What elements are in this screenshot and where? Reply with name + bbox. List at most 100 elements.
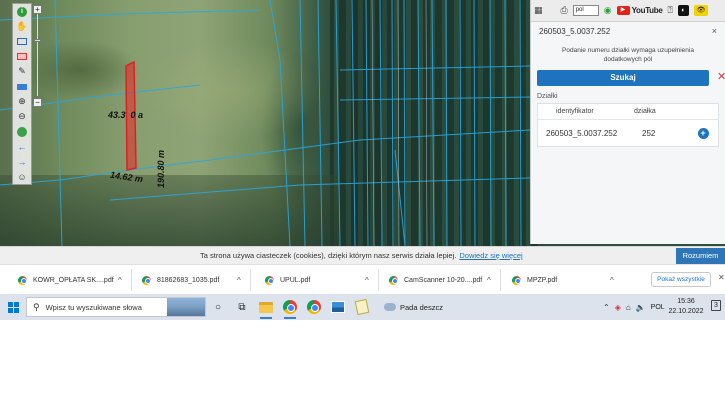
clock[interactable]: 15:36 22.10.2022 xyxy=(668,297,704,317)
cookie-accept-button[interactable]: Rozumiem xyxy=(676,248,725,264)
chrome-file-icon xyxy=(389,275,398,285)
add-parcel-icon[interactable]: + xyxy=(697,127,709,139)
panel-header: 260503_5.0037.252 × xyxy=(531,24,725,38)
forward-arrow-icon[interactable]: → xyxy=(13,154,31,169)
area-label: 43.3 0 a xyxy=(108,110,144,120)
youtube-link[interactable]: ▶ YouTube xyxy=(616,6,663,15)
close-shelf-icon[interactable]: ✕ xyxy=(718,273,725,282)
table-row[interactable]: 260503_5.0037.252 252 + xyxy=(538,120,718,146)
panel-top-bar: ▦ ⎙ pol ◉ ▶ YouTube ⍰ ◐ 👁 xyxy=(531,0,725,22)
select-area-icon[interactable] xyxy=(13,34,31,49)
delete-selection-icon[interactable] xyxy=(13,49,31,64)
close-icon[interactable]: × xyxy=(712,26,717,36)
chrome-taskbar-icon[interactable] xyxy=(278,294,302,320)
zoom-in-icon[interactable]: ⊕ xyxy=(13,94,31,109)
cortana-icon[interactable]: ○ xyxy=(206,294,230,320)
chevron-up-icon[interactable]: ^ xyxy=(610,276,614,285)
map-toolbar: i ✋ ✎ ⊕ ⊖ ← → ☺ xyxy=(12,3,32,185)
column-dzialka: działka xyxy=(634,108,656,115)
download-filename: UPUL.pdf xyxy=(280,276,311,284)
notification-icon[interactable]: 3 xyxy=(711,300,721,311)
download-filename: KOWR_OPŁATA SK....pdf xyxy=(33,276,114,284)
chevron-up-icon[interactable]: ^ xyxy=(237,276,241,285)
weather-widget[interactable]: Pada deszcz xyxy=(384,303,443,312)
network-icon[interactable]: ⌂ xyxy=(626,303,631,312)
download-item[interactable]: MPZP.pdf ^ xyxy=(512,271,614,289)
file-explorer-icon[interactable] xyxy=(254,294,278,320)
vertical-length-label: 190.80 m xyxy=(156,149,166,188)
chevron-up-icon[interactable]: ^ xyxy=(118,276,122,285)
zoom-minus-button[interactable]: − xyxy=(33,98,42,107)
results-header: identyfikator działka xyxy=(538,104,718,120)
zoom-slider[interactable]: + − xyxy=(33,5,42,107)
row-identyfikator: 260503_5.0037.252 xyxy=(546,128,618,138)
notepad-icon[interactable] xyxy=(350,294,374,320)
divider xyxy=(131,269,132,291)
task-view-icon[interactable]: ⧉ xyxy=(230,294,254,320)
youtube-label: YouTube xyxy=(631,6,663,15)
clock-date: 22.10.2022 xyxy=(668,308,704,315)
back-arrow-icon[interactable]: ← xyxy=(13,139,31,154)
parcel-boundaries xyxy=(0,0,530,246)
chevron-up-icon[interactable]: ⌃ xyxy=(603,303,610,312)
contrast-icon[interactable]: ◐ xyxy=(677,5,689,16)
divider xyxy=(250,269,251,291)
show-all-downloads-button[interactable]: Pokaż wszystkie xyxy=(651,272,711,287)
eye-icon[interactable]: 👁 xyxy=(693,5,708,16)
draw-pencil-icon[interactable]: ✎ xyxy=(13,64,31,79)
globe-icon[interactable] xyxy=(13,124,31,139)
search-button[interactable]: Szukaj xyxy=(537,70,709,86)
printer-icon[interactable]: ⎙ xyxy=(561,5,568,16)
download-item[interactable]: KOWR_OPŁATA SK....pdf ^ xyxy=(18,269,132,291)
start-button[interactable] xyxy=(0,294,26,320)
calendar-icon[interactable]: ▦ xyxy=(534,5,543,16)
zoom-plus-button[interactable]: + xyxy=(33,5,42,14)
download-item[interactable]: UPUL.pdf ^ xyxy=(265,269,379,291)
cookie-text: Ta strona używa ciasteczek (cookies), dz… xyxy=(200,251,523,260)
security-icon[interactable]: ◈ xyxy=(615,303,621,312)
clock-time: 15:36 xyxy=(677,298,695,305)
cookie-message: Ta strona używa ciasteczek (cookies), dz… xyxy=(200,251,457,260)
info-icon[interactable]: i xyxy=(13,4,31,19)
cookie-more-link[interactable]: Dowiedz się więcej xyxy=(459,251,522,260)
screen: 43.3 0 a 190.80 m 14.62 m i ✋ ✎ ⊕ ⊖ ← → … xyxy=(0,0,725,320)
search-icon: ⚲ xyxy=(33,301,40,312)
download-item[interactable]: CamScanner 10-20....pdf ^ xyxy=(389,269,501,291)
language-select[interactable]: pol xyxy=(572,5,599,16)
download-filename: 81862683_1035.pdf xyxy=(157,276,220,284)
results-table: identyfikator działka 260503_5.0037.252 … xyxy=(537,103,719,147)
search-row: Szukaj ✕ xyxy=(531,70,725,87)
section-label: Działki xyxy=(537,93,558,100)
cookie-bar: Ta strona używa ciasteczek (cookies), dz… xyxy=(0,246,725,264)
chevron-up-icon[interactable]: ^ xyxy=(365,276,369,285)
taskbar-search[interactable]: ⚲ Wpisz tu wyszukiwane słowa xyxy=(26,297,206,317)
rain-cloud-icon xyxy=(384,303,396,311)
row-dzialka: 252 xyxy=(642,128,656,138)
clear-icon[interactable]: ✕ xyxy=(717,71,725,84)
weather-text: Pada deszcz xyxy=(400,302,443,312)
pan-hand-icon[interactable]: ✋ xyxy=(13,19,31,34)
zoom-track xyxy=(37,14,38,96)
volume-icon[interactable]: 🔈 xyxy=(636,303,646,312)
divider xyxy=(378,269,379,291)
target-icon[interactable]: ◉ xyxy=(604,5,612,16)
map-view[interactable]: 43.3 0 a 190.80 m 14.62 m i ✋ ✎ ⊕ ⊖ ← → … xyxy=(0,0,725,246)
chrome-taskbar-icon-2[interactable] xyxy=(302,294,326,320)
windows-taskbar: ⚲ Wpisz tu wyszukiwane słowa ○ ⧉ Pada de… xyxy=(0,294,725,320)
photos-icon[interactable] xyxy=(326,294,350,320)
chrome-file-icon xyxy=(512,275,521,285)
emoji-feedback-icon[interactable]: ☺ xyxy=(13,169,31,184)
zoom-out-icon[interactable]: ⊖ xyxy=(13,109,31,124)
help-icon[interactable]: ⍰ xyxy=(668,5,673,16)
search-highlight-image xyxy=(167,298,205,316)
chrome-file-icon xyxy=(142,275,151,285)
download-item[interactable]: 81862683_1035.pdf ^ xyxy=(142,269,251,291)
panel-title: 260503_5.0037.252 xyxy=(539,26,611,36)
chevron-up-icon[interactable]: ^ xyxy=(487,276,491,285)
zoom-knob[interactable] xyxy=(34,39,41,42)
hint-text: Podanie numeru działki wymaga uzupełnien… xyxy=(562,47,694,63)
download-filename: MPZP.pdf xyxy=(527,276,558,284)
parcel-search-panel: ▦ ⎙ pol ◉ ▶ YouTube ⍰ ◐ 👁 260503_5.0037.… xyxy=(530,0,725,244)
language-indicator[interactable]: POL xyxy=(651,304,665,311)
measure-area-icon[interactable] xyxy=(13,79,31,94)
